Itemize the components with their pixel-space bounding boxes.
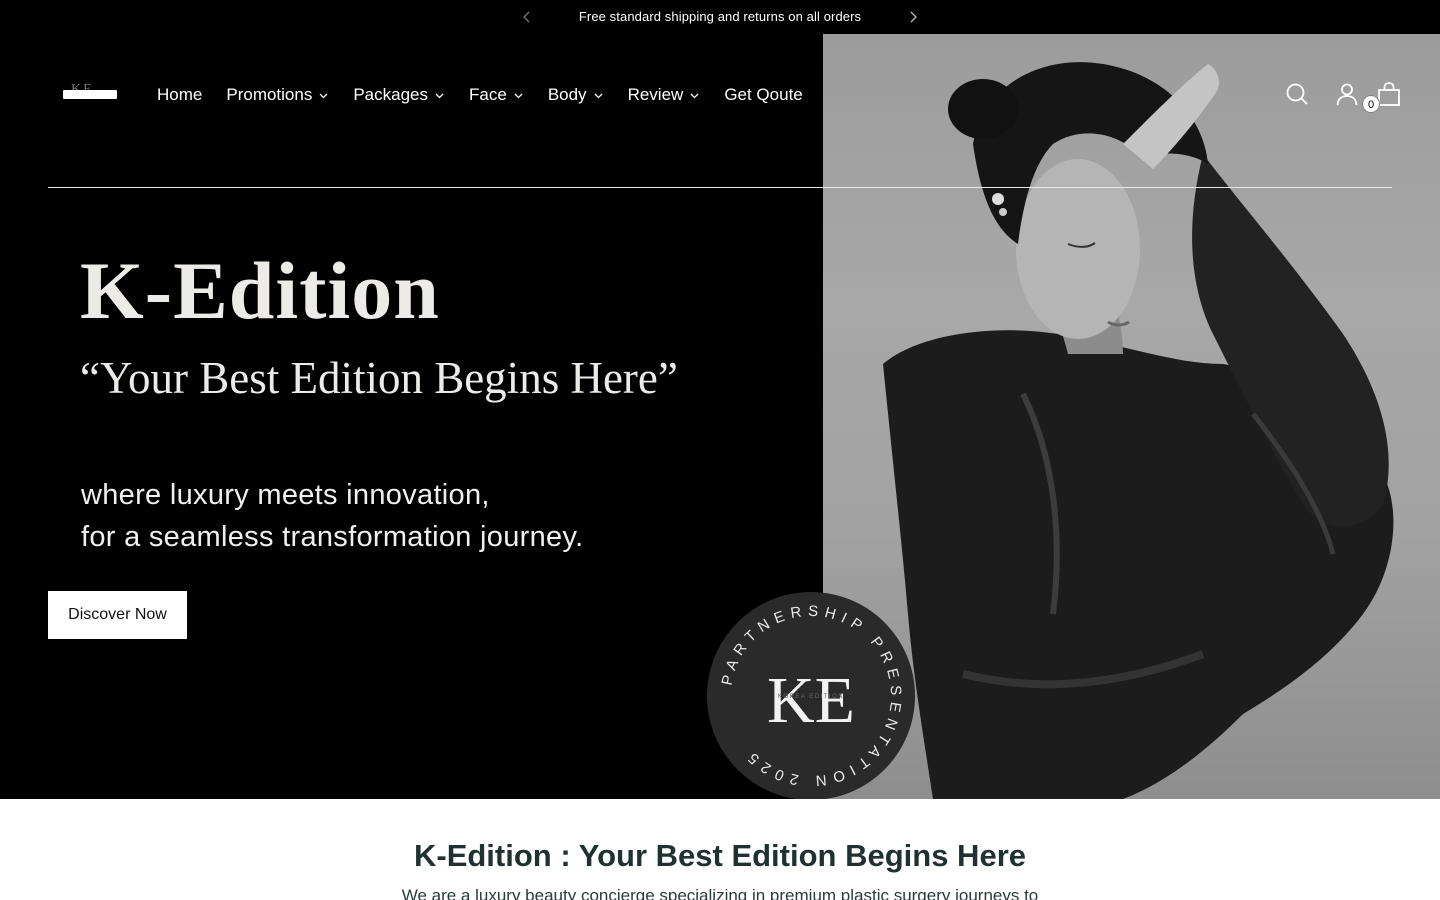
announcement-text: Free standard shipping and returns on al… (578, 9, 862, 24)
account-icon[interactable] (1334, 81, 1360, 107)
nav-item-get-quote[interactable]: Get Qoute (724, 85, 802, 105)
site-logo[interactable]: KE (63, 82, 117, 104)
search-icon[interactable] (1284, 81, 1310, 107)
model-figure-image (883, 62, 1394, 799)
intro-body: We are a luxury beauty concierge special… (401, 886, 1039, 900)
cart-count-badge: 0 (1362, 95, 1380, 113)
chevron-down-icon (514, 93, 523, 98)
chevron-down-icon (594, 93, 603, 98)
nav-label: Home (157, 85, 203, 104)
nav-item-review[interactable]: Review (628, 85, 701, 105)
hero-tagline-line1: where luxury meets innovation, (81, 479, 490, 511)
chevron-right-icon[interactable] (905, 9, 921, 25)
seal-subtitle: KOREA EDITION (778, 694, 844, 700)
chevron-down-icon (690, 93, 699, 98)
hero-quote: “Your Best Edition Begins Here” (80, 353, 678, 403)
logo-mark (63, 90, 117, 99)
nav-item-packages[interactable]: Packages (353, 85, 445, 105)
nav-item-body[interactable]: Body (548, 85, 604, 105)
discover-now-button[interactable]: Discover Now (48, 591, 187, 639)
nav-item-face[interactable]: Face (469, 85, 524, 105)
hero-tagline-line2: for a seamless transformation journey. (81, 521, 584, 553)
hero-tagline: where luxury meets innovation, for a sea… (81, 474, 583, 558)
main-nav: Home Promotions Packages Face Body Revie… (157, 82, 803, 108)
nav-label: Face (469, 85, 507, 104)
chevron-down-icon (319, 93, 328, 98)
nav-label: Packages (353, 85, 429, 104)
nav-item-promotions[interactable]: Promotions (226, 85, 329, 105)
nav-label: Review (627, 85, 684, 104)
seal-monogram: KE (767, 664, 855, 737)
header-divider (48, 187, 1392, 188)
hero-section: KE Home Promotions Packages Face Body Re… (0, 34, 1440, 799)
nav-label: Get Qoute (724, 85, 803, 104)
hero-model-photo (823, 34, 1440, 799)
nav-label: Body (547, 85, 587, 104)
nav-label: Promotions (226, 85, 313, 104)
partnership-seal-badge: PARTNERSHIP PRESENTATION 2025 KE KOREA E… (707, 592, 915, 799)
hero-title: K-Edition (80, 245, 440, 336)
chevron-down-icon (435, 93, 444, 98)
nav-item-home[interactable]: Home (157, 85, 202, 105)
intro-title: K-Edition : Your Best Edition Begins Her… (413, 838, 1026, 873)
announcement-bar: Free standard shipping and returns on al… (0, 0, 1440, 34)
